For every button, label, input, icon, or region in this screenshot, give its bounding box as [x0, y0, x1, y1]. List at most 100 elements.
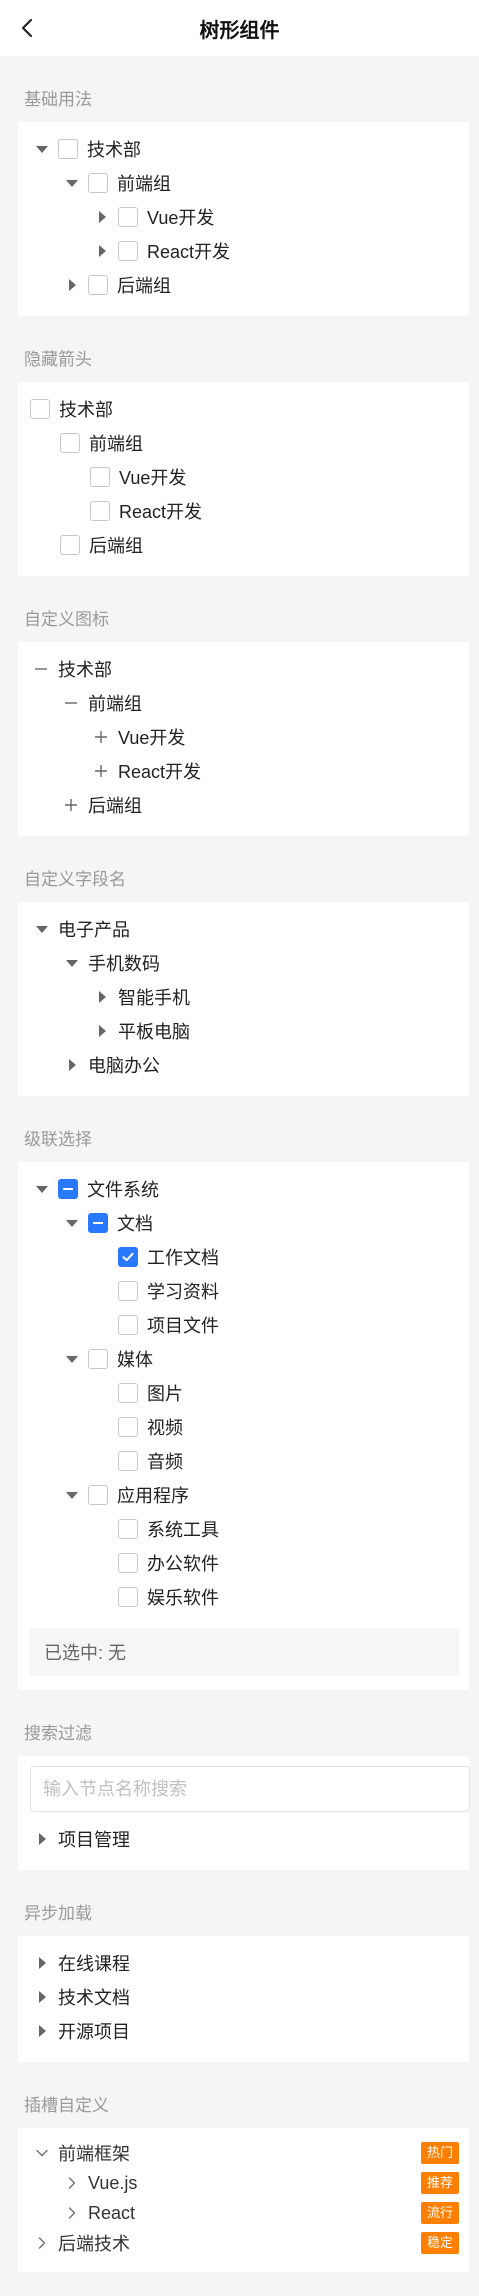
- checkbox[interactable]: [90, 467, 110, 487]
- chevron-right-icon[interactable]: [30, 2231, 54, 2255]
- checkbox[interactable]: [118, 207, 138, 227]
- checkbox[interactable]: [118, 1553, 138, 1573]
- tree-card: 技术部 前端组 Vue开发 React开发 后端组: [18, 642, 469, 836]
- expand-arrow-icon[interactable]: [60, 951, 84, 975]
- tree-node[interactable]: React开发: [18, 234, 469, 268]
- tree-node[interactable]: 学习资料: [18, 1274, 469, 1308]
- checkbox[interactable]: [118, 1417, 138, 1437]
- tree-node[interactable]: React开发: [18, 754, 469, 788]
- tree-node[interactable]: 技术文档: [18, 1980, 469, 2014]
- expand-arrow-icon[interactable]: [60, 171, 84, 195]
- tree-node[interactable]: 办公软件: [18, 1546, 469, 1580]
- tree-node[interactable]: 电子产品: [18, 912, 469, 946]
- tree-node[interactable]: 前端组: [18, 166, 469, 200]
- tree-node[interactable]: 技术部: [18, 392, 469, 426]
- collapse-arrow-icon[interactable]: [90, 985, 114, 1009]
- checkbox[interactable]: [88, 1485, 108, 1505]
- checkbox-partial[interactable]: [88, 1213, 108, 1233]
- tree-node[interactable]: 后端技术 稳定: [18, 2228, 469, 2258]
- checkbox[interactable]: [118, 1519, 138, 1539]
- tree-node[interactable]: 平板电脑: [18, 1014, 469, 1048]
- tree-node[interactable]: Vue开发: [18, 720, 469, 754]
- collapse-arrow-icon[interactable]: [90, 1019, 114, 1043]
- checkbox[interactable]: [90, 501, 110, 521]
- expand-arrow-icon[interactable]: [30, 137, 54, 161]
- tree-node[interactable]: 文件系统: [18, 1172, 469, 1206]
- checkbox[interactable]: [60, 433, 80, 453]
- node-label: 前端组: [89, 434, 143, 454]
- checkbox-partial[interactable]: [58, 1179, 78, 1199]
- chevron-right-icon[interactable]: [60, 2201, 84, 2225]
- tree-node[interactable]: Vue.js 推荐: [18, 2168, 469, 2198]
- tree-node[interactable]: 工作文档: [18, 1240, 469, 1274]
- collapse-arrow-icon[interactable]: [90, 205, 114, 229]
- tree-card: 电子产品 手机数码 智能手机 平板电脑 电脑办公: [18, 902, 469, 1096]
- tree-node[interactable]: 前端框架 热门: [18, 2138, 469, 2168]
- checkbox[interactable]: [88, 275, 108, 295]
- tree-node[interactable]: 项目文件: [18, 1308, 469, 1342]
- expand-arrow-icon[interactable]: [30, 917, 54, 941]
- collapse-arrow-icon[interactable]: [30, 1951, 54, 1975]
- section-hidden-arrow: 隐藏箭头 技术部 前端组 Vue开发 React开发 后端组: [0, 316, 479, 576]
- expand-arrow-icon[interactable]: [60, 1211, 84, 1235]
- tree-node[interactable]: 后端组: [18, 788, 469, 822]
- tree-node[interactable]: 智能手机: [18, 980, 469, 1014]
- search-input[interactable]: [30, 1766, 470, 1812]
- tree-node[interactable]: 技术部: [18, 652, 469, 686]
- checkbox[interactable]: [118, 1281, 138, 1301]
- tree-node[interactable]: 文档: [18, 1206, 469, 1240]
- checkbox[interactable]: [88, 1349, 108, 1369]
- tree-node[interactable]: 项目管理: [18, 1822, 469, 1856]
- chevron-right-icon[interactable]: [60, 2171, 84, 2195]
- collapse-arrow-icon[interactable]: [60, 273, 84, 297]
- collapse-arrow-icon[interactable]: [30, 1985, 54, 2009]
- tree-node[interactable]: 在线课程: [18, 1946, 469, 1980]
- plus-icon[interactable]: [90, 726, 112, 748]
- checkbox[interactable]: [88, 173, 108, 193]
- expand-arrow-icon[interactable]: [60, 1483, 84, 1507]
- tree-node[interactable]: 前端组: [18, 426, 469, 460]
- tree-node[interactable]: React开发: [18, 494, 469, 528]
- tree-node[interactable]: 娱乐软件: [18, 1580, 469, 1614]
- collapse-arrow-icon[interactable]: [30, 2019, 54, 2043]
- tree-node[interactable]: 媒体: [18, 1342, 469, 1376]
- tree-node[interactable]: 音频: [18, 1444, 469, 1478]
- tree-node[interactable]: 系统工具: [18, 1512, 469, 1546]
- tree-node[interactable]: 手机数码: [18, 946, 469, 980]
- plus-icon[interactable]: [60, 794, 82, 816]
- checkbox[interactable]: [118, 241, 138, 261]
- tree-node[interactable]: 视频: [18, 1410, 469, 1444]
- collapse-arrow-icon[interactable]: [60, 1053, 84, 1077]
- tree-node[interactable]: 应用程序: [18, 1478, 469, 1512]
- checkbox[interactable]: [118, 1383, 138, 1403]
- plus-icon[interactable]: [90, 760, 112, 782]
- minus-icon[interactable]: [60, 692, 82, 714]
- tree-node[interactable]: 前端组: [18, 686, 469, 720]
- expand-arrow-icon[interactable]: [60, 1347, 84, 1371]
- collapse-arrow-icon[interactable]: [30, 1827, 54, 1851]
- tree-node[interactable]: 后端组: [18, 528, 469, 562]
- checkbox[interactable]: [58, 139, 78, 159]
- tree-node[interactable]: 电脑办公: [18, 1048, 469, 1082]
- chevron-down-icon[interactable]: [30, 2141, 54, 2165]
- tree-node[interactable]: 后端组: [18, 268, 469, 302]
- checkbox[interactable]: [60, 535, 80, 555]
- expand-arrow-icon[interactable]: [30, 1177, 54, 1201]
- node-label: 电子产品: [58, 920, 130, 940]
- tree-node[interactable]: 图片: [18, 1376, 469, 1410]
- minus-icon[interactable]: [30, 658, 52, 680]
- back-button[interactable]: [12, 12, 44, 44]
- checkbox[interactable]: [118, 1451, 138, 1471]
- tree-node[interactable]: Vue开发: [18, 460, 469, 494]
- tree-node[interactable]: 技术部: [18, 132, 469, 166]
- tree-node[interactable]: React 流行: [18, 2198, 469, 2228]
- section-title: 插槽自定义: [24, 2096, 109, 2115]
- section-title: 隐藏箭头: [24, 350, 92, 369]
- checkbox-checked[interactable]: [118, 1247, 138, 1267]
- collapse-arrow-icon[interactable]: [90, 239, 114, 263]
- checkbox[interactable]: [30, 399, 50, 419]
- tree-node[interactable]: Vue开发: [18, 200, 469, 234]
- checkbox[interactable]: [118, 1587, 138, 1607]
- tree-node[interactable]: 开源项目: [18, 2014, 469, 2048]
- checkbox[interactable]: [118, 1315, 138, 1335]
